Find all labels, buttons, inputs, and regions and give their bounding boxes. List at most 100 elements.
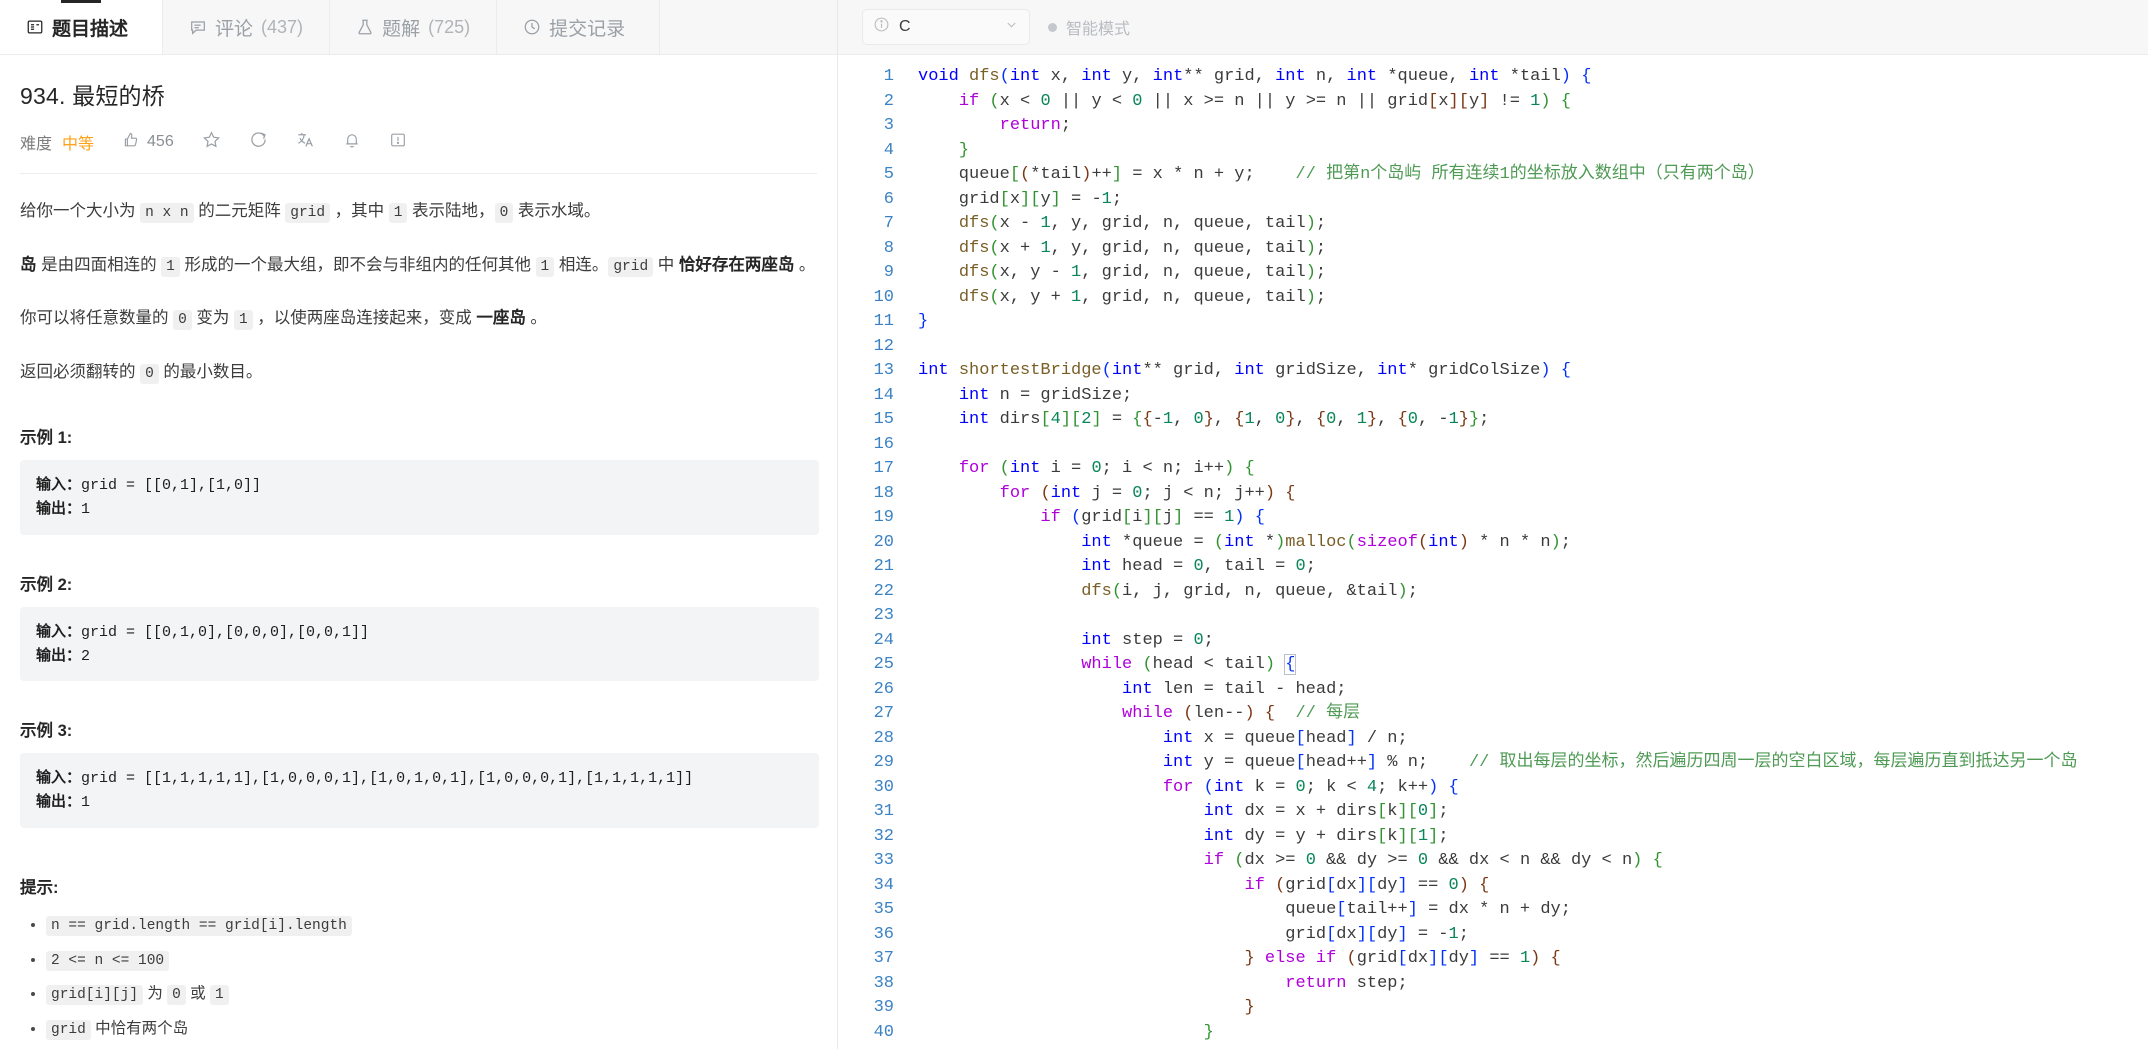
code-token: 0 <box>1305 851 1316 870</box>
example-output-label: 输出： <box>36 793 82 811</box>
code-line: } <box>918 310 2148 335</box>
code-token: tail++ <box>1346 900 1408 919</box>
code-token: ; <box>1203 630 1214 650</box>
code-token: [ <box>1009 165 1021 184</box>
share-icon <box>249 130 268 154</box>
code-token: [ <box>1295 753 1306 772</box>
example-input-label: 输入： <box>36 476 82 494</box>
text-run: 你可以将任意数量的 <box>20 309 174 328</box>
code-line: if (grid[i][j] == 1) { <box>918 506 2148 531</box>
code-line: queue[tail++] = dx * n + dy; <box>918 898 2148 923</box>
language-select[interactable]: C <box>862 9 1030 45</box>
like-button[interactable]: 456 <box>122 131 174 154</box>
code-token: 1 <box>1448 924 1459 944</box>
fold-gutter[interactable] <box>838 55 860 1049</box>
text-run: 的最小数目。 <box>158 362 263 381</box>
feedback-button[interactable] <box>389 131 407 154</box>
code-token: int <box>1162 728 1194 748</box>
code-token: 2 <box>1081 410 1092 429</box>
code-token: ) <box>1275 532 1286 552</box>
code-token: [ <box>1295 728 1306 748</box>
code-token: for <box>999 483 1031 503</box>
code-token: ( <box>1213 532 1225 552</box>
tab-label: 题目描述 <box>52 18 129 40</box>
code-token: [ <box>1407 802 1418 821</box>
code-token: } <box>958 140 970 160</box>
code-line: for (int j = 0; j < n; j++) { <box>918 482 2148 507</box>
code-token: *tail <box>1030 165 1082 184</box>
line-number: 6 <box>883 189 894 209</box>
code-token: { <box>1284 654 1297 675</box>
code-token: ) <box>1632 851 1643 870</box>
code-token: , <box>1295 410 1316 429</box>
code-token: [ <box>1326 924 1337 944</box>
tab-label: 提交记录 <box>549 18 626 40</box>
code-line: for (int k = 0; k < 4; k++) { <box>918 776 2148 801</box>
smart-mode-toggle[interactable]: 智能模式 <box>1048 15 1130 39</box>
code-token: 4 <box>1050 410 1061 429</box>
code-content[interactable]: void dfs(int x, int y, int** grid, int n… <box>904 55 2148 1049</box>
code-token: x, y + <box>999 287 1072 307</box>
code-token: dx <box>1407 949 1429 968</box>
translate-button[interactable] <box>296 130 315 154</box>
line-number: 25 <box>873 655 894 674</box>
code-token: x <box>1009 189 1021 209</box>
code-token: shortestBridge <box>958 361 1102 380</box>
code-line: while (head < tail) { <box>918 653 2148 678</box>
code-token: y <box>1040 189 1051 209</box>
share-button[interactable] <box>249 130 268 154</box>
code-token: , <box>1254 410 1276 429</box>
code-token: == <box>1407 875 1449 895</box>
code-token: ; <box>1407 581 1418 601</box>
code-token: k <box>1387 802 1398 821</box>
emphasis-text: 岛 <box>20 255 37 274</box>
code-token: queue <box>918 900 1337 919</box>
tab-solutions[interactable]: 题解 (725) <box>330 0 498 54</box>
line-number: 30 <box>873 777 894 797</box>
code-token: ; j < n; j++ <box>1142 483 1265 503</box>
code-line: int step = 0; <box>918 629 2148 654</box>
line-number: 8 <box>883 238 894 258</box>
text-run: 表示水域。 <box>513 202 601 220</box>
tab-comments[interactable]: 评论 (437) <box>163 0 331 54</box>
code-token: ( <box>1234 851 1245 870</box>
code-token: dx <box>1336 924 1357 944</box>
like-count: 456 <box>147 133 174 150</box>
inline-code: 1 <box>209 985 229 1006</box>
code-token: { <box>1254 508 1265 527</box>
code-token: ; <box>1315 263 1327 282</box>
tab-label: 题解 <box>382 18 421 40</box>
code-token: = x * n + y; <box>1122 165 1296 184</box>
code-editor[interactable]: 1 2 3 4 5 6 7 8 9 10 11 12 13 14 15 16 17 18 19 20 21 22 23 24 2… <box>838 55 2148 1049</box>
code-token: 0 <box>1193 557 1204 576</box>
tab-description[interactable]: 题目描述 <box>0 0 164 54</box>
status-dot-icon <box>1048 22 1057 32</box>
text-run: 给你一个大小为 <box>20 202 141 220</box>
code-token: dx >= <box>1244 851 1306 870</box>
example-output-line: 输出：1 <box>36 497 803 521</box>
example-input-value: grid = [[0,1],[1,0]] <box>81 477 262 495</box>
code-token: dirs <box>989 410 1041 429</box>
notification-button[interactable] <box>343 131 361 154</box>
tab-submissions[interactable]: 提交记录 <box>497 0 661 54</box>
code-token: [ <box>1458 91 1469 111</box>
code-token: len = tail - head; <box>1152 679 1347 699</box>
code-token: * gridColSize <box>1407 361 1541 380</box>
code-token: ) <box>1224 459 1235 478</box>
code-token: = dx * n + dy; <box>1417 900 1571 919</box>
line-number: 29 <box>873 753 894 772</box>
code-token: ** grid, <box>1142 361 1235 380</box>
example-output-line: 输出：1 <box>36 790 803 814</box>
problem-panel: 题目描述 评论 (437) 题解 (725) 提交记录 934. 最短的桥 难度… <box>0 0 838 1049</box>
favorite-button[interactable] <box>202 130 221 154</box>
code-token: dy <box>1448 949 1469 968</box>
code-token: ) <box>1234 508 1245 527</box>
problem-tabbar: 题目描述 评论 (437) 题解 (725) 提交记录 <box>0 0 837 55</box>
code-line: int head = 0, tail = 0; <box>918 555 2148 580</box>
